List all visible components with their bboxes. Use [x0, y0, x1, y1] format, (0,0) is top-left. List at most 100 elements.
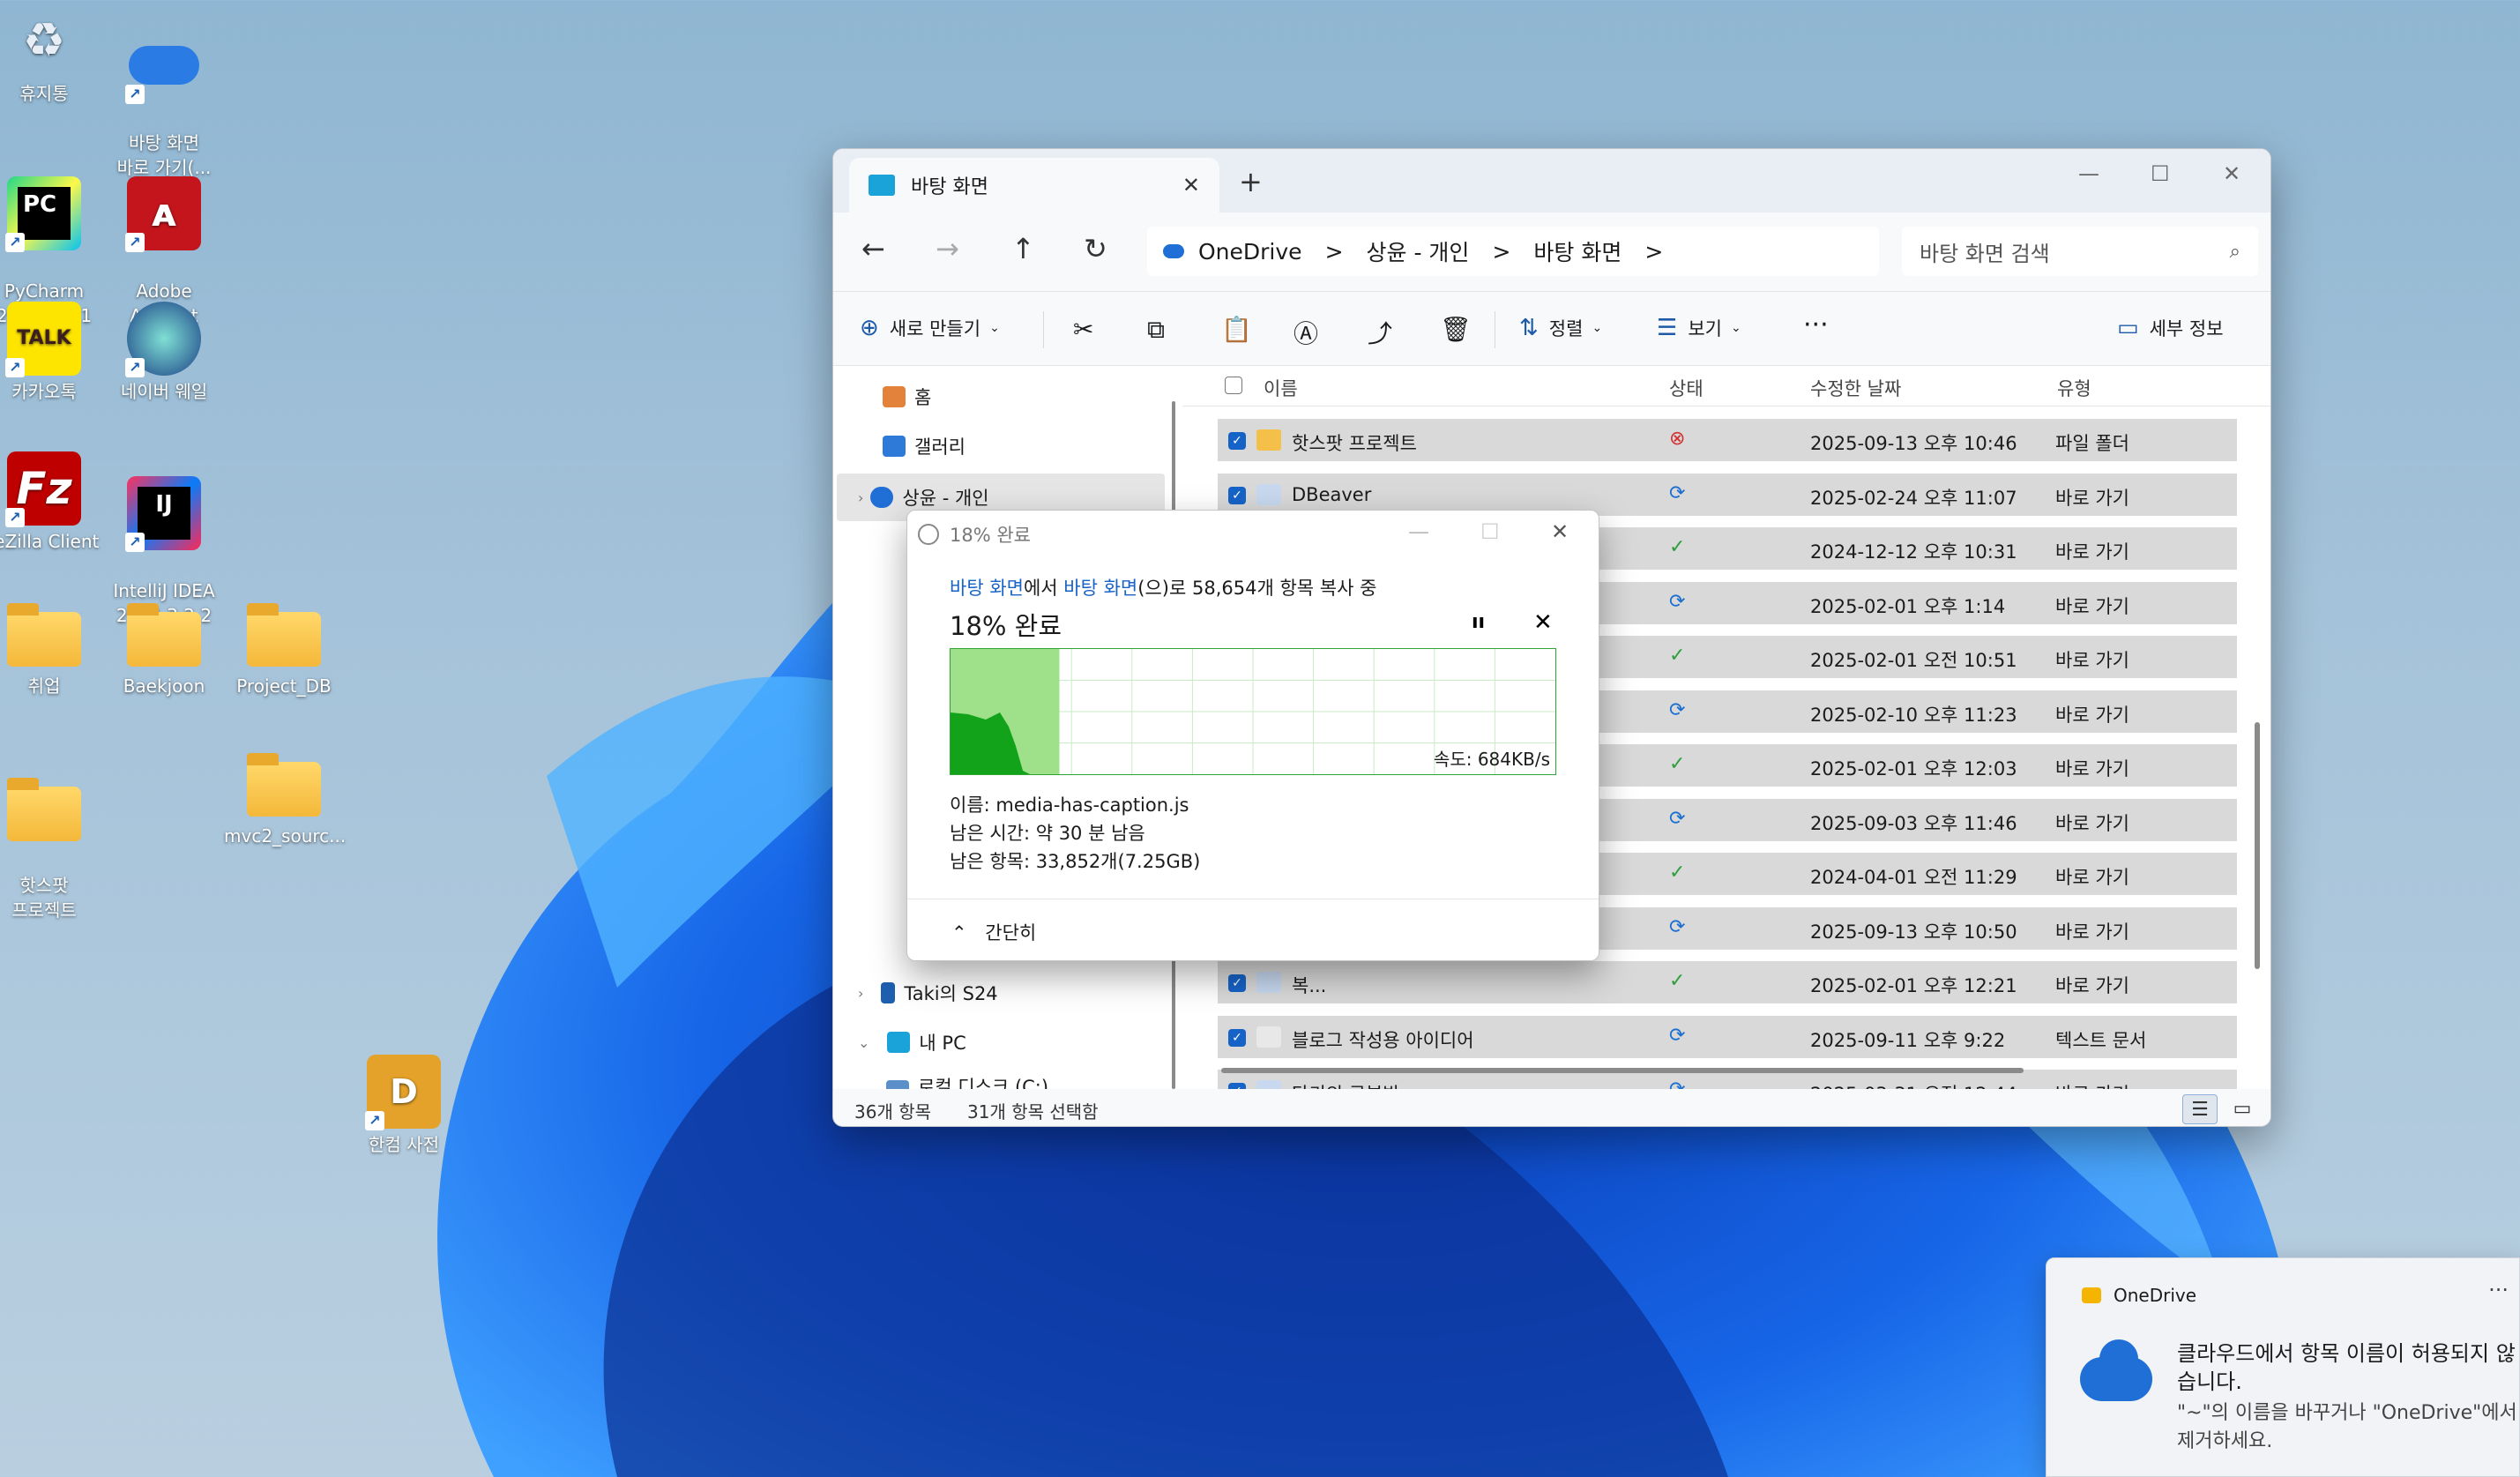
sync-status-icon: ✓: [1669, 536, 1686, 558]
refresh-icon[interactable]: ↻: [1084, 232, 1107, 265]
desktop-icon-label: 한컴 사전: [369, 1134, 439, 1155]
dialog-title: 18% 완료: [950, 525, 1031, 546]
collapse-button[interactable]: ⌃ 간단히: [951, 919, 1036, 945]
column-header-status[interactable]: 상태: [1669, 375, 1704, 401]
speed-readout: 속도: 684KB/s: [1433, 749, 1550, 770]
nav-item-label: 갤러리: [914, 436, 966, 458]
desktop-icon-folder-jobs[interactable]: 취업: [0, 600, 104, 698]
breadcrumb-desktop[interactable]: 바탕 화면: [1533, 235, 1622, 267]
copy-icon[interactable]: ⧉: [1147, 315, 1165, 345]
file-type: 바로 가기: [2055, 758, 2129, 780]
phone-icon: [881, 982, 896, 1003]
row-checkbox[interactable]: ✓: [1228, 486, 1246, 504]
nav-item-label: 상윤 - 개인: [902, 488, 989, 509]
clock-icon: [918, 524, 939, 545]
desktop-icon-hancom-dictionary[interactable]: D ↗ 한컴 사전: [344, 1055, 464, 1157]
search-placeholder: 바탕 화면 검색: [1920, 241, 2050, 266]
desktop-icon-kakaotalk[interactable]: TALK ↗ 카카오톡: [0, 302, 104, 404]
desktop-icon-filezilla[interactable]: Fz ↗ leZilla Client: [0, 451, 104, 554]
minimize-icon[interactable]: —: [1408, 519, 1429, 544]
new-button[interactable]: ⊕ 새로 만들기 ⌄: [860, 315, 1000, 341]
column-header-type[interactable]: 유형: [2057, 375, 2091, 401]
column-header-name[interactable]: 이름: [1264, 375, 1298, 401]
search-input[interactable]: 바탕 화면 검색 ⌕: [1902, 227, 2258, 276]
destination-link[interactable]: 바탕 화면: [1063, 578, 1137, 599]
row-checkbox[interactable]: ✓: [1228, 1028, 1246, 1047]
details-view-icon[interactable]: ☰: [2182, 1094, 2218, 1124]
vertical-scrollbar[interactable]: [2255, 722, 2260, 969]
sort-icon: ⇅: [1519, 315, 1539, 341]
nav-item-home[interactable]: 홈: [883, 384, 931, 410]
breadcrumb-onedrive[interactable]: OneDrive: [1198, 239, 1302, 265]
maximize-icon[interactable]: ☐: [1480, 519, 1500, 544]
desktop-icon-label: leZilla Client: [0, 531, 100, 552]
title-bar: 바탕 화면 ✕ + — ☐ ✕: [833, 149, 2270, 213]
nav-item-label: 홈: [914, 387, 932, 408]
nav-item-onedrive[interactable]: › 상윤 - 개인: [858, 484, 989, 511]
nav-item-my-pc[interactable]: ⌄ 내 PC: [858, 1029, 966, 1056]
chevron-down-icon: ⌄: [989, 321, 1000, 335]
horizontal-scrollbar[interactable]: [1221, 1068, 2024, 1073]
pause-icon[interactable]: ıı: [1472, 611, 1485, 633]
large-icons-view-icon[interactable]: ▭: [2225, 1094, 2260, 1124]
table-row[interactable]: ✓ 복... ✓ 2025-02-01 오후 12:21 바로 가기: [1218, 961, 2237, 1005]
pc-icon: [887, 1032, 911, 1053]
breadcrumb-separator-icon[interactable]: >: [1325, 239, 1344, 265]
chevron-right-icon: ›: [858, 489, 864, 506]
forward-icon[interactable]: →: [936, 232, 959, 265]
hancom-dictionary-icon: D ↗: [365, 1055, 441, 1130]
breadcrumb-separator-icon[interactable]: >: [1492, 239, 1510, 265]
more-options-icon[interactable]: ···: [1803, 310, 1829, 340]
modified-date: 2025-09-13 오후 10:46: [1810, 433, 2017, 454]
paste-icon[interactable]: 📋: [1221, 315, 1252, 344]
maximize-icon[interactable]: ☐: [2151, 161, 2170, 186]
cancel-icon[interactable]: ✕: [1533, 609, 1553, 636]
source-link[interactable]: 바탕 화면: [950, 578, 1024, 599]
delete-icon[interactable]: 🗑: [1440, 315, 1472, 344]
details-pane-button[interactable]: ▭ 세부 정보: [2117, 315, 2224, 341]
desktop-icon-folder-mvc2[interactable]: mvc2_sourc...: [224, 750, 346, 848]
desktop-icon-folder-hotspot[interactable]: 핫스팟 프로젝트: [0, 750, 104, 922]
breadcrumb[interactable]: OneDrive > 상윤 - 개인 > 바탕 화면 >: [1147, 227, 1879, 276]
close-window-icon[interactable]: ✕: [2223, 161, 2240, 186]
file-name: DBeaver: [1292, 483, 1372, 505]
breadcrumb-personal[interactable]: 상윤 - 개인: [1367, 235, 1470, 267]
home-icon: [883, 386, 906, 407]
up-icon[interactable]: ↑: [1011, 232, 1035, 265]
desktop-icon-folder-baekjoon[interactable]: Baekjoon: [104, 600, 224, 698]
view-button-label: 보기: [1688, 318, 1722, 339]
table-row[interactable]: ✓ 핫스팟 프로젝트 ⊗ 2025-09-13 오후 10:46 파일 폴더: [1218, 419, 2237, 463]
desktop-icon-label: Baekjoon: [123, 675, 205, 697]
time-remaining: 남은 시간: 약 30 분 남음: [950, 823, 1145, 844]
back-icon[interactable]: ←: [861, 232, 885, 265]
sync-status-icon: ⟳: [1669, 1024, 1686, 1047]
close-tab-icon[interactable]: ✕: [1182, 173, 1200, 198]
column-header-modified[interactable]: 수정한 날짜: [1810, 375, 1901, 401]
more-options-icon[interactable]: ···: [2488, 1278, 2509, 1302]
desktop-icon-recycle-bin[interactable]: ♻ 휴지통: [0, 4, 104, 106]
file-type: 바로 가기: [2055, 650, 2129, 671]
cut-icon[interactable]: ✂: [1073, 315, 1093, 344]
percent-complete: 18% 완료: [950, 611, 1062, 641]
desktop-icon-naver-whale[interactable]: ↗ 네이버 웨일: [104, 302, 224, 404]
nav-item-gallery[interactable]: 갤러리: [883, 433, 966, 459]
items-remaining: 남은 항목: 33,852개(7.25GB): [950, 851, 1201, 872]
row-checkbox[interactable]: ✓: [1228, 432, 1246, 450]
folder-icon: [7, 778, 81, 841]
sync-status-icon: ⟳: [1669, 481, 1686, 504]
select-all-checkbox[interactable]: [1225, 377, 1242, 394]
close-dialog-icon[interactable]: ✕: [1551, 519, 1569, 544]
share-icon[interactable]: ⤴: [1368, 315, 1392, 350]
sort-button[interactable]: ⇅ 정렬 ⌄: [1519, 315, 1602, 341]
desktop-icon-folder-project-db[interactable]: Project_DB: [224, 600, 344, 698]
table-row[interactable]: ✓ 블로그 작성용 아이디어 ⟳ 2025-09-11 오후 9:22 텍스트 문서: [1218, 1015, 2237, 1060]
rename-icon[interactable]: Ⓐ: [1294, 315, 1318, 350]
onedrive-notification[interactable]: OneDrive ··· 클라우드에서 항목 이름이 허용되지 않습니다. "~…: [2046, 1257, 2520, 1477]
nav-item-phone[interactable]: › Taki의 S24: [858, 980, 998, 1006]
breadcrumb-separator-icon[interactable]: >: [1644, 239, 1663, 265]
minimize-icon[interactable]: —: [2078, 161, 2099, 186]
tab-desktop[interactable]: 바탕 화면 ✕: [849, 158, 1219, 213]
row-checkbox[interactable]: ✓: [1228, 974, 1246, 992]
new-tab-icon[interactable]: +: [1239, 165, 1263, 198]
view-button[interactable]: ☰ 보기 ⌄: [1657, 315, 1741, 341]
